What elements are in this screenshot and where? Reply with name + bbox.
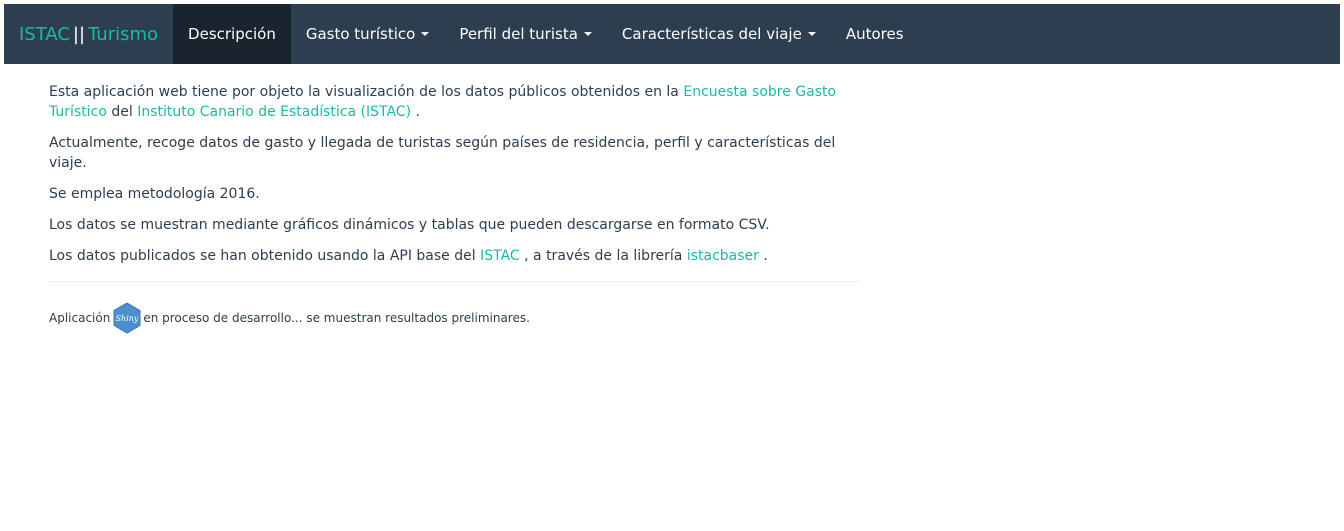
tab-label: Características del viaje [621,25,802,43]
navbar: ISTAC || Turismo Descripción Gasto turís… [4,4,1340,64]
tab-descripcion[interactable]: Descripción [173,4,291,64]
caret-down-icon [421,32,430,36]
tab-label: Autores [845,25,904,43]
paragraph-api-source: Los datos publicados se han obtenido usa… [49,246,861,266]
tab-autores[interactable]: Autores [831,4,919,64]
api-text-before: Los datos publicados se han obtenido usa… [49,248,481,264]
intro-text-before: Esta aplicación web tiene por objeto la … [49,84,684,100]
intro-text-mid: del [106,104,138,120]
navbar-brand[interactable]: ISTAC || Turismo [4,4,173,64]
paragraph-charts-tables: Los datos se muestran mediante gráficos … [49,217,770,233]
brand-separator: || [72,23,86,45]
api-text-after: . [758,248,768,264]
description-content: Esta aplicación web tiene por objeto la … [49,82,861,334]
shiny-logo-text: Shiny [116,314,139,323]
api-text-mid: , a través de la librería [519,248,687,264]
link-istac-institute[interactable]: Instituto Canario de Estadística (ISTAC) [137,104,411,120]
paragraph-methodology: Se emplea metodología 2016. [49,186,260,202]
brand-left: ISTAC [19,23,70,45]
tab-label: Perfil del turista [459,25,578,43]
development-note: Aplicación Shiny en proceso de desarroll… [49,302,861,334]
tab-label: Gasto turístico [305,25,416,43]
caret-down-icon [583,32,592,36]
note-after: en proceso de desarrollo... se muestran … [143,311,530,325]
link-istacbaser[interactable]: istacbaser [687,248,759,264]
shiny-logo: Shiny [112,302,142,334]
note-before: Aplicación [49,311,111,325]
paragraph-scope: Actualmente, recoge datos de gasto y lle… [49,135,836,171]
caret-down-icon [807,32,816,36]
tab-label: Descripción [188,25,276,43]
intro-text-after: . [411,104,420,120]
tab-caracteristicas-viaje[interactable]: Características del viaje [607,4,831,64]
brand-right: Turismo [88,23,159,45]
tab-gasto-turistico[interactable]: Gasto turístico [291,4,444,64]
tab-perfil-turista[interactable]: Perfil del turista [444,4,607,64]
divider [49,281,861,282]
app-window: ISTAC || Turismo Descripción Gasto turís… [4,4,1340,527]
link-istac-api[interactable]: ISTAC [480,248,520,264]
paragraph-intro: Esta aplicación web tiene por objeto la … [49,82,861,122]
